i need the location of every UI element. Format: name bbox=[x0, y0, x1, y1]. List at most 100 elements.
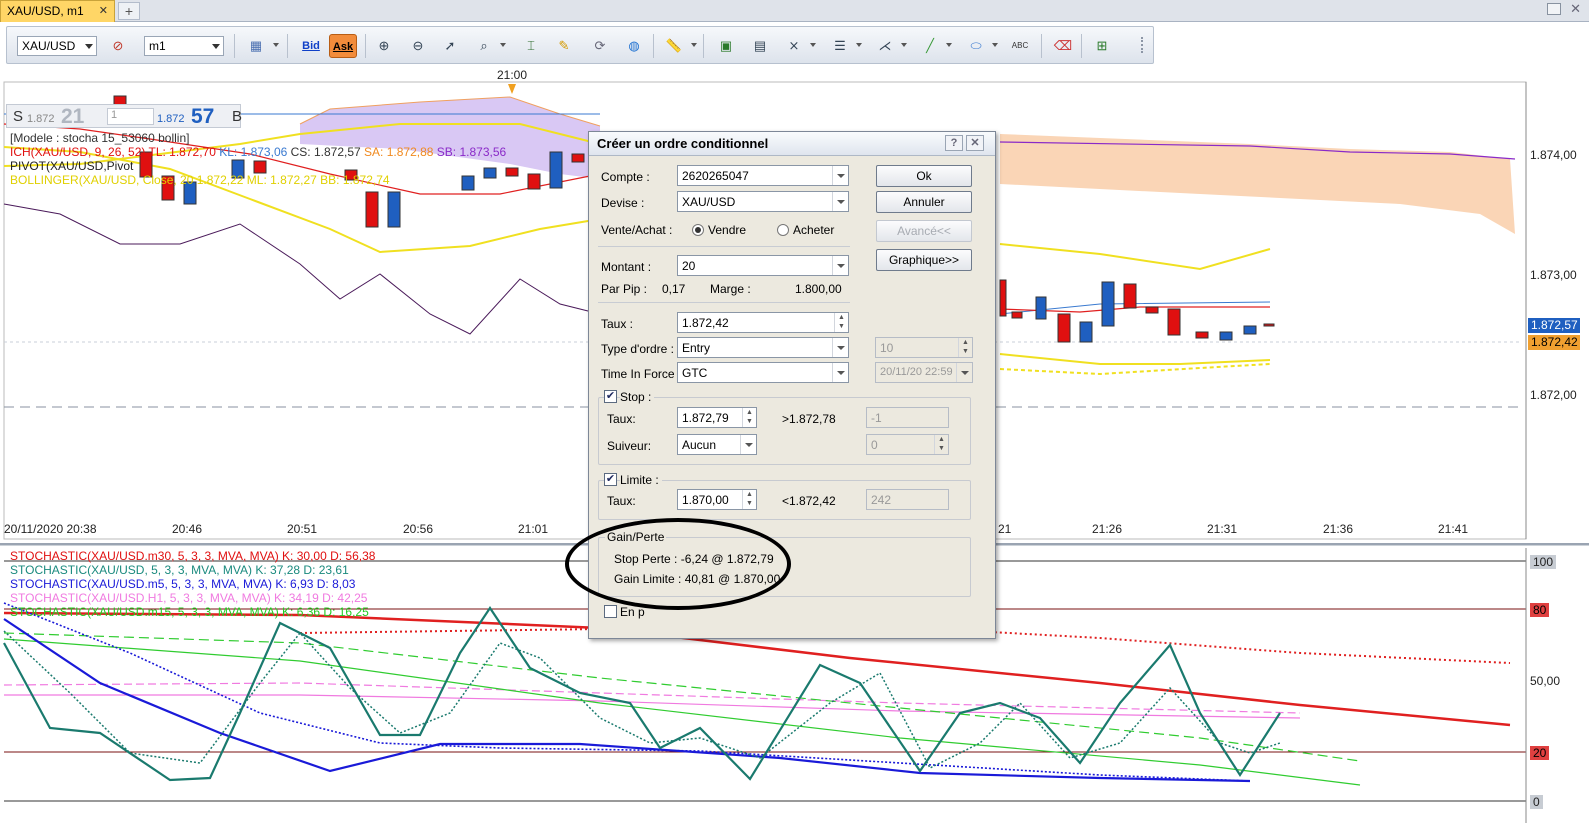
bid-button[interactable]: Bid bbox=[297, 34, 325, 58]
text-tool-icon[interactable]: ABC bbox=[1007, 34, 1033, 58]
limite-pips-field: 242 bbox=[866, 489, 949, 510]
ich-kl: KL: 1.873,06 bbox=[219, 145, 288, 159]
stoch-axis-100: 100 bbox=[1530, 555, 1557, 569]
print-icon[interactable]: ▤ bbox=[747, 34, 773, 58]
bollinger-label: BOLLINGER(XAU/USD, Close, 20 bbox=[10, 173, 194, 187]
stoch-legend-text: STOCHASTIC(XAU/USD, 5, 3, 3, MVA, MVA) K… bbox=[10, 563, 349, 577]
vendre-label: Vendre bbox=[708, 223, 747, 237]
type-ordre-select[interactable]: Entry bbox=[677, 337, 849, 358]
restore-window-button[interactable] bbox=[1547, 3, 1561, 15]
cursor-icon[interactable]: ➚ bbox=[437, 34, 463, 58]
new-tab-button[interactable]: + bbox=[118, 2, 140, 20]
devise-select[interactable]: XAU/USD bbox=[677, 191, 849, 212]
time-axis-label: 20:51 bbox=[287, 522, 318, 536]
suiveur-select[interactable]: Aucun bbox=[677, 434, 757, 455]
taux-label: Taux : bbox=[601, 317, 634, 331]
template-icon[interactable]: ✎ bbox=[551, 34, 577, 58]
stop-pips-value: -1 bbox=[871, 411, 882, 425]
ruler-icon[interactable]: 📏 bbox=[661, 34, 687, 58]
acheter-label: Acheter bbox=[793, 223, 835, 237]
stoch-legend-text: STOCHASTIC(XAU/USD.m30, 5, 3, 3, MVA, MV… bbox=[10, 549, 376, 563]
montant-value: 20 bbox=[682, 259, 696, 273]
dialog-close-icon[interactable]: ✕ bbox=[966, 135, 984, 151]
symbol-select[interactable]: XAU/USD bbox=[17, 36, 97, 56]
tab-xauusd-m1[interactable]: XAU/USD, m1 ✕ bbox=[0, 0, 115, 22]
close-window-icon[interactable]: ✕ bbox=[1570, 1, 1581, 17]
trendline-icon[interactable]: ╱ bbox=[917, 34, 943, 58]
graphique-button[interactable]: Graphique>> bbox=[876, 249, 972, 271]
limite-taux-input[interactable]: 1.870,00 ▲ ▼ bbox=[677, 489, 757, 510]
marge-value: 1.800,00 bbox=[795, 282, 842, 296]
time-axis-label: 20:56 bbox=[403, 522, 434, 536]
stop-pips-field: -1 bbox=[866, 407, 949, 428]
chart-toolbar: XAU/USD ⊘ m1 ▦ Bid Ask ⊕ ⊖ ➚ ⌕ ⌶ ✎ ⟳ ◍ 📏… bbox=[6, 26, 1154, 64]
lines-icon[interactable]: ☰ bbox=[827, 34, 853, 58]
type-extra-value: 10 bbox=[880, 341, 894, 355]
zoom-area-icon[interactable]: ⌕ bbox=[471, 34, 497, 58]
stoch-legend-text: STOCHASTIC(XAU/USD.H1, 5, 3, 3, MVA, MVA… bbox=[10, 591, 368, 605]
tab-close-icon[interactable]: ✕ bbox=[99, 4, 108, 17]
hidden-checkbox[interactable]: ✔ bbox=[604, 605, 617, 618]
stoch-axis-0: 0 bbox=[1530, 795, 1543, 809]
acheter-radio[interactable] bbox=[777, 224, 789, 236]
type-ordre-value: Entry bbox=[682, 341, 711, 355]
taux-input[interactable]: 1.872,42 ▲ ▼ bbox=[677, 312, 849, 333]
ask-button[interactable]: Ask bbox=[329, 34, 357, 58]
compte-select[interactable]: 2620265047 bbox=[677, 165, 849, 186]
annotation-ellipse bbox=[565, 518, 791, 610]
stop-reference: >1.872,78 bbox=[782, 412, 836, 426]
montant-label: Montant : bbox=[601, 260, 652, 274]
crosshair-icon[interactable]: ⌶ bbox=[518, 34, 544, 58]
ich-label: ICH(XAU/USD, 9, 26, 52) bbox=[10, 145, 146, 159]
chart-type-icon[interactable]: ▦ bbox=[243, 34, 269, 58]
refresh-icon[interactable]: ⟳ bbox=[587, 34, 613, 58]
stop-taux-input[interactable]: 1.872,79 ▲ ▼ bbox=[677, 407, 757, 428]
limite-taux-label: Taux: bbox=[607, 494, 636, 508]
suiveur-value: Aucun bbox=[682, 438, 717, 452]
quantity-input[interactable]: 1 bbox=[107, 108, 154, 125]
limite-checkbox[interactable]: ✔ bbox=[604, 473, 617, 486]
tif-select[interactable]: GTC bbox=[677, 362, 849, 383]
ellipse-icon[interactable]: ⬭ bbox=[963, 34, 989, 58]
timeframe-select[interactable]: m1 bbox=[144, 36, 224, 56]
image-icon[interactable]: ▣ bbox=[713, 34, 739, 58]
help-icon[interactable]: ? bbox=[945, 135, 963, 151]
bollinger-legend: BOLLINGER(XAU/USD, Close, 20 1.872,22 ML… bbox=[10, 173, 390, 187]
limite-reference: <1.872,42 bbox=[782, 494, 836, 508]
time-axis-label: 21:26 bbox=[1092, 522, 1123, 536]
ok-button[interactable]: Ok bbox=[876, 165, 972, 187]
zoom-out-icon[interactable]: ⊖ bbox=[405, 34, 431, 58]
tif-label: Time In Force : bbox=[601, 367, 682, 381]
devise-label: Devise : bbox=[601, 196, 645, 210]
tif-value: GTC bbox=[682, 366, 708, 380]
fan-icon[interactable]: ⋌ bbox=[872, 34, 898, 58]
globe-icon[interactable]: ◍ bbox=[621, 34, 647, 58]
tif-date-value: 20/11/20 22:59 bbox=[880, 366, 953, 378]
eraser-icon[interactable]: ⌫ bbox=[1050, 34, 1076, 58]
price-axis-label: 1.873,00 bbox=[1530, 268, 1577, 282]
toolbar-grip[interactable] bbox=[1141, 37, 1149, 53]
stop-checkbox[interactable]: ✔ bbox=[604, 390, 617, 403]
vendre-radio[interactable] bbox=[692, 224, 704, 236]
montant-select[interactable]: 20 bbox=[677, 255, 849, 276]
link-symbol-icon[interactable]: ⊘ bbox=[105, 34, 131, 58]
indicator-icon[interactable]: ⨯ bbox=[781, 34, 807, 58]
ich-cs: CS: 1.872,57 bbox=[290, 145, 361, 159]
sell-price-big[interactable]: 21 bbox=[61, 105, 84, 129]
ich-sa: SA: 1.872,88 bbox=[364, 145, 434, 159]
par-pip-value: 0,17 bbox=[662, 282, 686, 296]
annuler-button[interactable]: Annuler bbox=[876, 191, 972, 213]
buy-price-big[interactable]: 57 bbox=[191, 105, 214, 129]
dialog-title: Créer un ordre conditionnel bbox=[597, 136, 769, 151]
tab-label: XAU/USD, m1 bbox=[7, 4, 84, 18]
pivot-legend: PIVOT(XAU/USD,Pivot bbox=[10, 159, 134, 173]
tree-icon[interactable]: ⊞ bbox=[1089, 34, 1115, 58]
zoom-in-icon[interactable]: ⊕ bbox=[371, 34, 397, 58]
limite-label: Limite : bbox=[620, 473, 662, 487]
stoch-axis-50: 50,00 bbox=[1530, 674, 1561, 688]
stoch-legend-m5: STOCHASTIC(XAU/USD.m5, 5, 3, 3, MVA, MVA… bbox=[10, 577, 355, 591]
devise-value: XAU/USD bbox=[682, 195, 736, 209]
stoch-legend-h1: STOCHASTIC(XAU/USD.H1, 5, 3, 3, MVA, MVA… bbox=[10, 591, 367, 605]
limite-taux-value: 1.870,00 bbox=[682, 493, 729, 507]
dialog-title-bar[interactable]: Créer un ordre conditionnel ? ✕ bbox=[589, 132, 995, 156]
